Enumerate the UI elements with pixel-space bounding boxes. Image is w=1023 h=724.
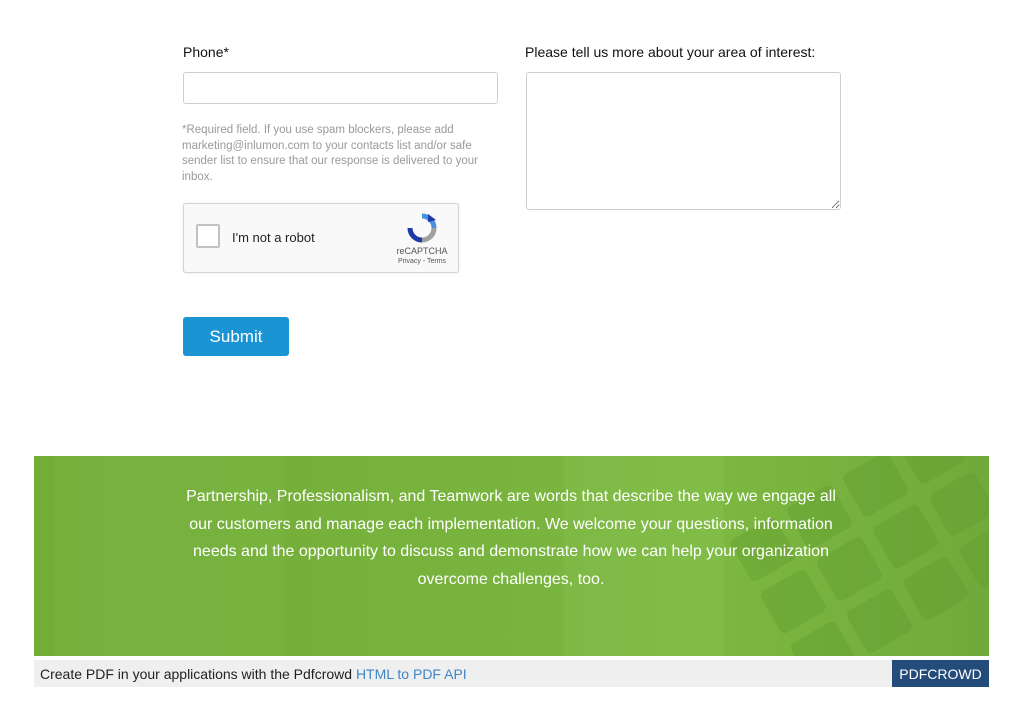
phone-input[interactable] [183,72,498,104]
phone-label: Phone* [183,44,229,60]
pdfcrowd-footer: Create PDF in your applications with the… [34,660,989,687]
banner-text: Partnership, Professionalism, and Teamwo… [186,488,836,588]
submit-button[interactable]: Submit [183,317,289,356]
banner: Partnership, Professionalism, and Teamwo… [34,456,989,656]
required-note: *Required field. If you use spam blocker… [182,124,478,183]
recaptcha-checkbox[interactable] [196,224,220,248]
recaptcha-widget: I'm not a robot reCAPTCHA Privacy - Term… [183,203,459,273]
recaptcha-brand: reCAPTCHA [396,246,448,256]
recaptcha-checkbox-label: I'm not a robot [232,230,315,245]
interest-label: Please tell us more about your area of i… [525,44,816,60]
interest-textarea[interactable] [526,72,841,210]
footer-link[interactable]: HTML to PDF API [356,666,467,682]
recaptcha-logo-icon [407,213,437,243]
recaptcha-terms[interactable]: Privacy - Terms [390,258,454,265]
pdfcrowd-badge[interactable]: PDFCROWD [892,660,989,687]
footer-text: Create PDF in your applications with the… [40,666,356,682]
